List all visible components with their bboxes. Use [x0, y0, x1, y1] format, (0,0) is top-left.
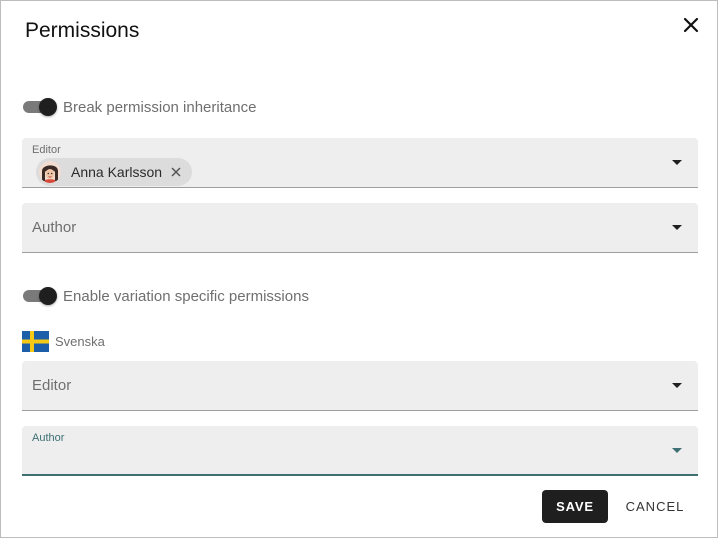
user-chip: Anna Karlsson [36, 158, 192, 186]
user-chip-label: Anna Karlsson [71, 164, 163, 180]
chevron-down-icon[interactable] [672, 160, 682, 165]
author-select[interactable]: Author [22, 203, 698, 253]
editor-select[interactable]: Editor Anna Karlsson [22, 138, 698, 188]
sweden-flag-icon [22, 330, 49, 352]
dialog-title: Permissions [25, 19, 140, 42]
permissions-dialog: Permissions Break permission inheritance… [0, 0, 718, 538]
variation-permissions-label: Enable variation specific permissions [63, 287, 309, 305]
variation-editor-select[interactable]: Editor [22, 361, 698, 411]
save-button[interactable]: SAVE [542, 490, 608, 523]
close-icon[interactable] [680, 14, 702, 36]
toggle-thumb [39, 98, 57, 116]
author-select-placeholder: Author [32, 219, 77, 236]
variation-permissions-toggle[interactable] [22, 285, 58, 307]
variation-permissions-row: Enable variation specific permissions [22, 285, 309, 307]
language-indicator: Svenska [22, 330, 105, 352]
break-inheritance-row: Break permission inheritance [22, 96, 256, 118]
language-label: Svenska [55, 333, 105, 349]
chevron-down-icon[interactable] [672, 225, 682, 230]
chevron-down-icon[interactable] [672, 448, 682, 453]
variation-author-label: Author [32, 432, 65, 444]
toggle-thumb [39, 287, 57, 305]
editor-select-label: Editor [32, 144, 61, 156]
variation-editor-placeholder: Editor [32, 377, 72, 394]
user-avatar [39, 161, 61, 183]
remove-icon[interactable] [170, 166, 182, 178]
break-inheritance-label: Break permission inheritance [63, 98, 257, 116]
chevron-down-icon[interactable] [672, 383, 682, 388]
break-inheritance-toggle[interactable] [22, 96, 58, 118]
cancel-button[interactable]: CANCEL [618, 490, 692, 523]
variation-author-select[interactable]: Author [22, 426, 698, 476]
